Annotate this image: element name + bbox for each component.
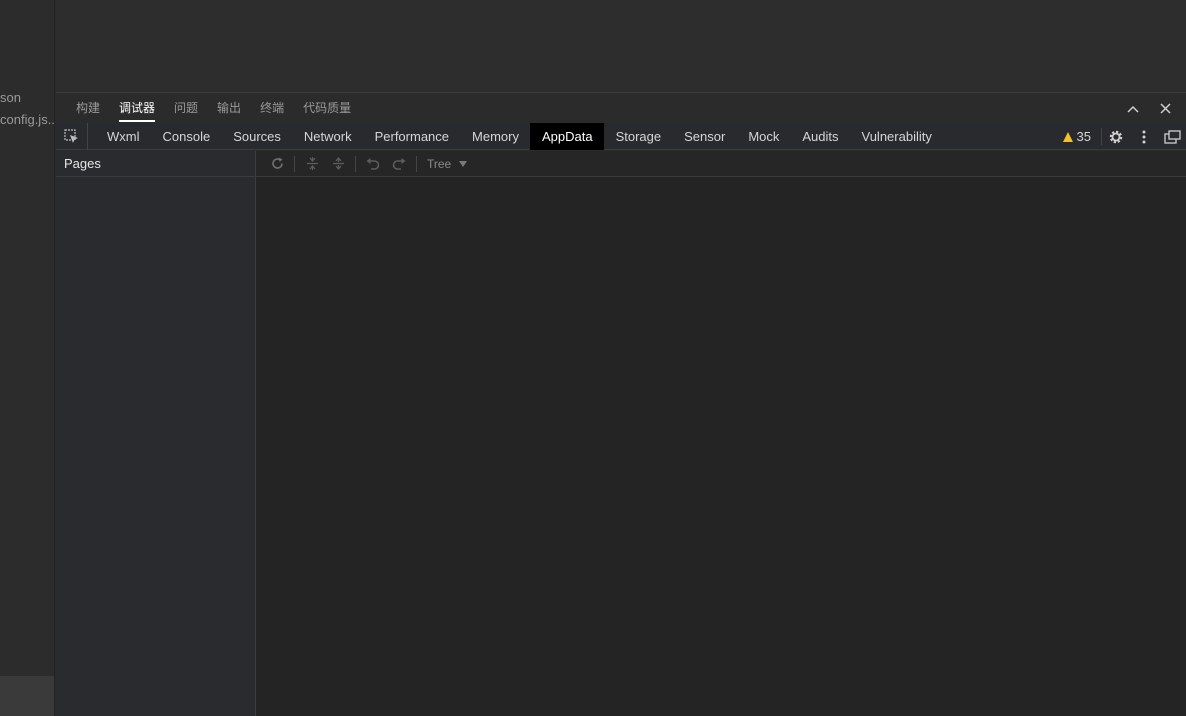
tab-vulnerability[interactable]: Vulnerability <box>850 123 943 150</box>
warning-count: 35 <box>1076 129 1091 144</box>
gear-icon[interactable] <box>1102 123 1130 150</box>
redo-icon[interactable] <box>386 151 412 177</box>
tab-sources[interactable]: Sources <box>221 123 292 150</box>
explorer-file-item[interactable]: config.js... <box>0 112 54 127</box>
close-icon[interactable] <box>1158 102 1172 116</box>
editor-area <box>56 0 1186 93</box>
inspect-element-icon[interactable] <box>56 122 88 150</box>
file-explorer: son config.js... <box>0 0 55 716</box>
undo-icon[interactable] <box>360 151 386 177</box>
view-mode-select[interactable]: Tree <box>421 156 468 171</box>
tab-build[interactable]: 构建 <box>76 94 100 123</box>
tab-memory[interactable]: Memory <box>460 123 530 150</box>
pages-sidebar: Pages <box>56 151 256 716</box>
appdata-toolbar: Tree <box>256 151 1186 177</box>
tab-storage[interactable]: Storage <box>604 123 673 150</box>
undock-icon[interactable] <box>1158 123 1186 150</box>
explorer-file-item[interactable]: son <box>0 90 21 105</box>
tab-debugger[interactable]: 调试器 <box>119 94 156 123</box>
tab-wxml[interactable]: Wxml <box>95 123 151 150</box>
tab-problems[interactable]: 问题 <box>174 94 198 123</box>
tab-code-quality[interactable]: 代码质量 <box>303 94 351 123</box>
tab-mock[interactable]: Mock <box>736 123 790 150</box>
pages-title: Pages <box>56 151 255 177</box>
warning-counter[interactable]: 35 <box>1062 128 1102 145</box>
toolbar-divider <box>416 155 417 172</box>
panel-tab-bar: 构建 调试器 问题 输出 终端 代码质量 <box>56 94 1186 123</box>
tab-terminal[interactable]: 终端 <box>260 94 284 123</box>
appdata-pane: Tree <box>256 151 1186 716</box>
devtools-tab-bar: Wxml Console Sources Network Performance… <box>56 122 1186 150</box>
tab-performance[interactable]: Performance <box>363 123 460 150</box>
refresh-icon[interactable] <box>264 151 290 177</box>
tab-console[interactable]: Console <box>151 123 222 150</box>
tab-output[interactable]: 输出 <box>217 94 241 123</box>
expand-all-icon[interactable] <box>325 151 351 177</box>
tab-sensor[interactable]: Sensor <box>672 123 736 150</box>
tab-appdata[interactable]: AppData <box>529 122 604 150</box>
tab-network[interactable]: Network <box>292 123 363 150</box>
chevron-down-icon <box>459 160 468 167</box>
chevron-up-icon[interactable] <box>1126 102 1140 116</box>
more-vertical-icon[interactable] <box>1130 123 1158 150</box>
warning-icon <box>1062 131 1073 142</box>
explorer-footer <box>0 676 54 716</box>
toolbar-divider <box>294 155 295 172</box>
collapse-all-icon[interactable] <box>299 151 325 177</box>
view-mode-label: Tree <box>427 156 452 171</box>
toolbar-divider <box>355 155 356 172</box>
tab-audits[interactable]: Audits <box>790 123 849 150</box>
